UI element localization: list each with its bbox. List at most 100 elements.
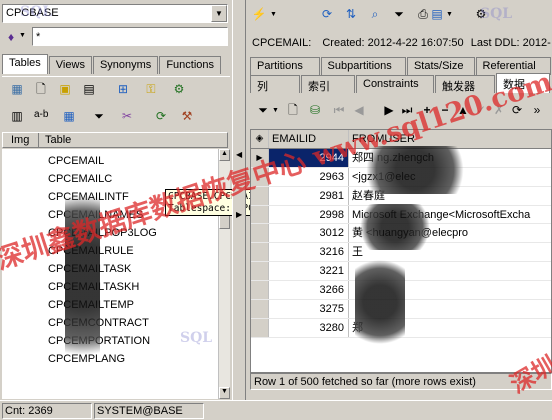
properties-icon[interactable]: ▤	[80, 80, 98, 98]
list-scrollbar[interactable]: ▲ ▼	[218, 149, 230, 399]
tab-tables[interactable]: Tables	[2, 54, 48, 74]
list-item[interactable]: CPCEMAILC	[2, 170, 218, 188]
row-indicator[interactable]	[251, 262, 269, 281]
pane-splitter[interactable]: ◀ ▶	[232, 0, 246, 400]
filter-icon[interactable]: ♦	[2, 28, 20, 46]
list-item[interactable]: CPCEMAIL	[2, 152, 218, 170]
cell-emailid[interactable]: 2981	[269, 186, 349, 205]
rename-icon[interactable]: a-b	[34, 109, 48, 120]
layout-icon[interactable]: ▤	[428, 5, 446, 23]
first-record-icon[interactable]: ⏮	[330, 101, 348, 119]
column-header-table[interactable]: Table	[39, 133, 71, 147]
refresh-icon[interactable]: ⟳	[318, 5, 336, 23]
tab-synonyms[interactable]: Synonyms	[92, 56, 159, 74]
grid-corner[interactable]: ◈	[251, 130, 269, 148]
filter-input[interactable]: *	[32, 27, 228, 46]
funnel-icon[interactable]: ⏷	[390, 5, 408, 23]
cell-emailid[interactable]: 3266	[269, 281, 349, 300]
last-record-icon[interactable]: ⏭	[398, 101, 416, 119]
grid-icon[interactable]: ▦	[60, 107, 78, 125]
database-icon[interactable]: ⛁	[306, 101, 324, 119]
cell-emailid[interactable]: 3216	[269, 243, 349, 262]
row-indicator[interactable]	[251, 224, 269, 243]
list-item[interactable]: CPCEMPORTATION	[2, 332, 218, 350]
list-item[interactable]: CPCEMAILTASKH	[2, 278, 218, 296]
list-item[interactable]: CPCEMAILRULE	[2, 242, 218, 260]
column-header-emailid[interactable]: EMAILID	[269, 130, 349, 148]
delete-record-icon[interactable]: −	[436, 101, 454, 119]
row-indicator[interactable]	[251, 300, 269, 318]
tab-stats-size[interactable]: Stats/Size	[406, 57, 475, 75]
tools-icon[interactable]: ⚙	[472, 5, 490, 23]
tab-triggers[interactable]: 触发器	[435, 75, 495, 93]
scroll-down-icon[interactable]: ▼	[219, 387, 230, 399]
tab-subpartitions[interactable]: Subpartitions	[320, 57, 406, 75]
tab-functions[interactable]: Functions	[159, 56, 222, 74]
created-date: Created: 2012-4-22 16:07:50	[322, 37, 464, 49]
cancel-icon[interactable]: ✗	[490, 101, 508, 119]
row-indicator[interactable]	[251, 281, 269, 300]
more-icon[interactable]: »	[528, 101, 546, 119]
row-indicator[interactable]	[251, 205, 269, 224]
column-header-img[interactable]: Img	[3, 133, 39, 147]
list-item[interactable]: CPCEMCONTRACT	[2, 314, 218, 332]
scroll-up-icon[interactable]: ▲	[219, 149, 230, 161]
schema-icon[interactable]: ⚙	[170, 80, 188, 98]
refresh-icon[interactable]: ⟳	[508, 101, 526, 119]
tools-icon[interactable]: ✂	[118, 107, 136, 125]
hammer-icon[interactable]: ⚒	[178, 107, 196, 125]
chevron-down-icon[interactable]: ▼	[446, 11, 453, 18]
sync-icon[interactable]: ⇅	[342, 5, 360, 23]
chevron-left-icon[interactable]: ◀	[236, 150, 242, 159]
schema-select[interactable]: CPCBASE ▼	[2, 4, 228, 23]
key-icon[interactable]: ⚿	[142, 80, 160, 98]
chevron-down-icon[interactable]: ▼	[270, 11, 277, 18]
new-document-icon[interactable]: 🗋	[32, 80, 50, 98]
tab-views[interactable]: Views	[48, 56, 92, 74]
cell-emailid[interactable]: 2963	[269, 167, 349, 186]
chevron-right-icon[interactable]: ▶	[236, 210, 242, 219]
detail-tabs-row2: 列 索引 Constraints 触发器 数据	[250, 73, 552, 93]
calculator-icon[interactable]: ▥	[8, 107, 26, 125]
refresh-icon[interactable]: ⟳	[152, 107, 170, 125]
next-record-icon[interactable]: ▶	[380, 101, 398, 119]
object-tabs: Tables Views Synonyms Functions	[2, 54, 232, 74]
tab-constraints[interactable]: Constraints	[356, 75, 434, 93]
tab-partitions[interactable]: Partitions	[250, 57, 320, 75]
list-item[interactable]: CPCEMAILPOP3LOG	[2, 224, 218, 242]
add-record-icon[interactable]: +	[418, 101, 436, 119]
row-indicator[interactable]	[251, 186, 269, 205]
compile-icon[interactable]: ⚡	[250, 5, 268, 23]
tables-list[interactable]: CPCEMAILCPCEMAILCCPCEMAILINTFCPCEMAILNAM…	[2, 149, 218, 399]
current-row-indicator-icon[interactable]: ▶	[251, 148, 269, 167]
filter-input-value: *	[36, 31, 41, 43]
cell-emailid[interactable]: 2998	[269, 205, 349, 224]
row-indicator[interactable]	[251, 167, 269, 186]
row-indicator[interactable]	[251, 243, 269, 262]
funnel-icon[interactable]: ⏷	[254, 101, 272, 119]
new-table-icon[interactable]: ▦	[8, 80, 26, 98]
list-item[interactable]: CPCEMAILTEMP	[2, 296, 218, 314]
cell-emailid[interactable]: 3275	[269, 300, 349, 318]
document-icon[interactable]: 🗋	[284, 101, 302, 119]
tab-columns[interactable]: 列	[250, 75, 300, 93]
chevron-down-icon[interactable]: ▼	[19, 32, 26, 39]
row-indicator[interactable]	[251, 318, 269, 337]
prev-record-icon[interactable]: ◀	[350, 101, 368, 119]
post-icon[interactable]: ▲	[454, 101, 472, 119]
cell-emailid[interactable]: 3012	[269, 224, 349, 243]
cell-emailid[interactable]: 3221	[269, 262, 349, 281]
chevron-down-icon[interactable]: ▼	[272, 107, 279, 114]
open-icon[interactable]: ▣	[56, 80, 74, 98]
cell-emailid[interactable]: 2944	[269, 148, 349, 167]
list-item[interactable]: CPCEMPLANG	[2, 350, 218, 368]
tree-icon[interactable]: ⊞	[114, 80, 132, 98]
check-icon[interactable]: ✓	[472, 101, 490, 119]
chevron-down-icon[interactable]: ▼	[211, 5, 227, 22]
funnel-icon[interactable]: ⏷	[90, 107, 108, 125]
list-item[interactable]: CPCEMAILTASK	[2, 260, 218, 278]
tab-indexes[interactable]: 索引	[301, 75, 355, 93]
tab-data[interactable]: 数据	[496, 73, 550, 93]
find-icon[interactable]: ⌕	[366, 5, 384, 23]
cell-emailid[interactable]: 3280	[269, 318, 349, 337]
